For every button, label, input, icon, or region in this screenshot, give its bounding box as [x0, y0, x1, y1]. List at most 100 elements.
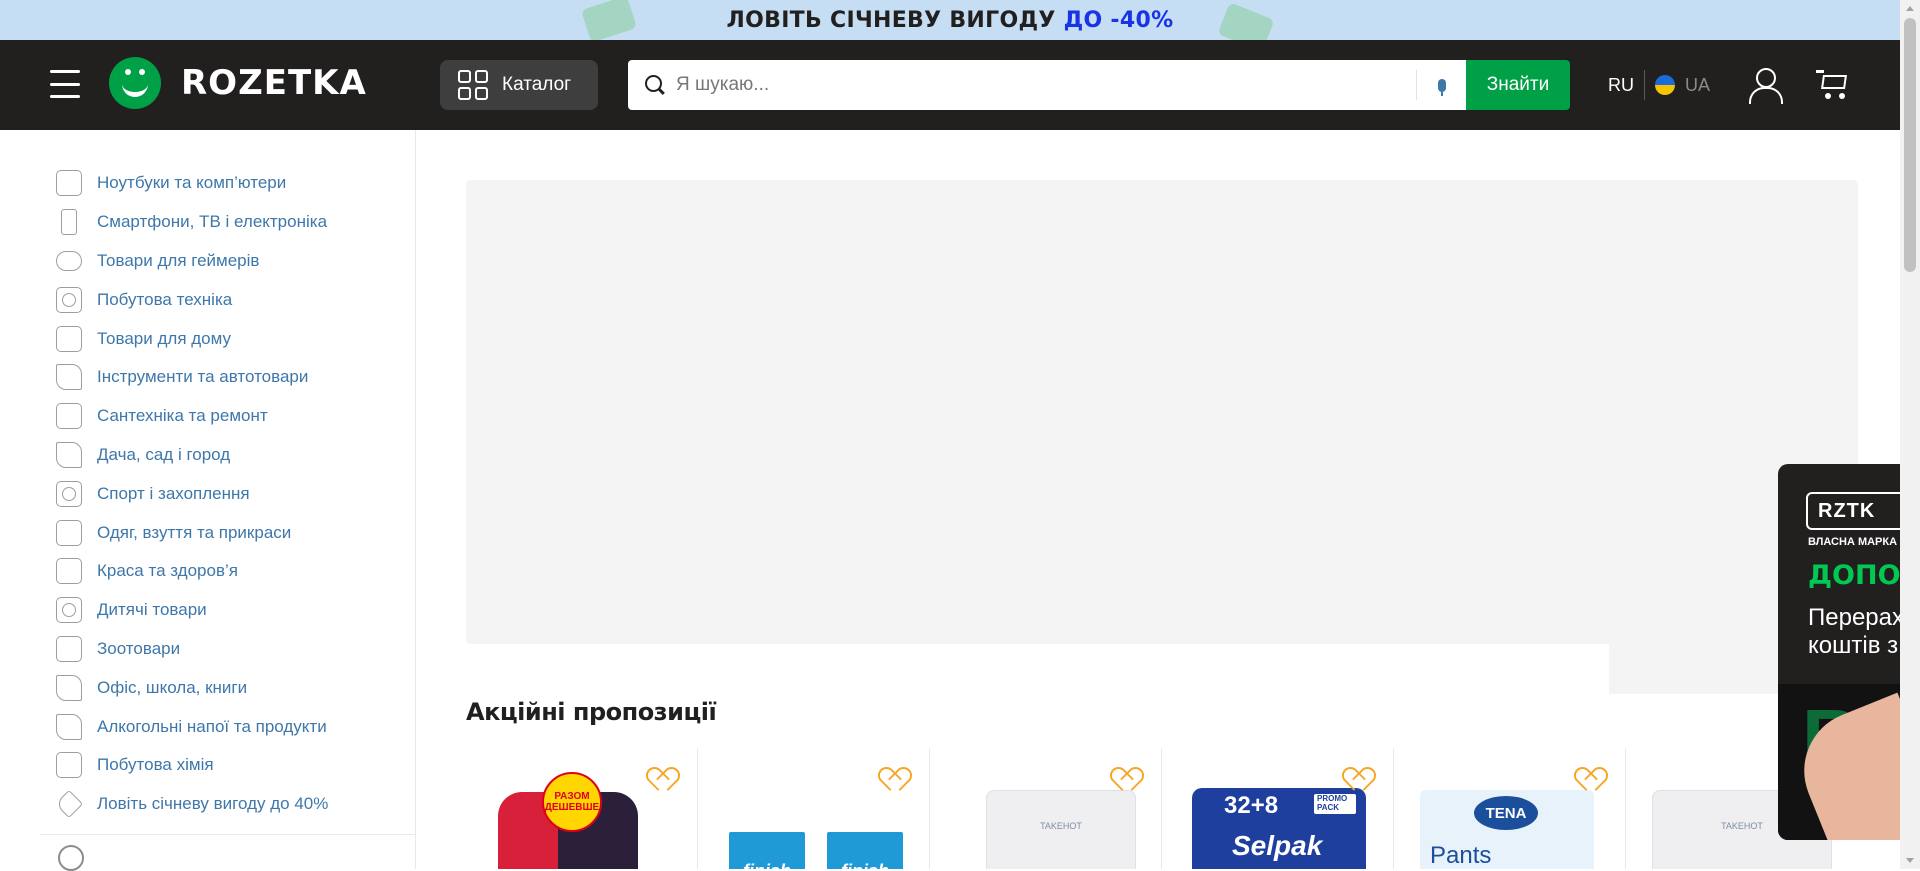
search-input[interactable]	[676, 60, 1416, 110]
category-item-home[interactable]: Товари для дому	[0, 319, 415, 358]
category-item-kids[interactable]: Дитячі товари	[0, 591, 415, 630]
scroll-up-arrow-icon[interactable]	[1906, 6, 1914, 11]
voice-search-button[interactable]	[1416, 70, 1466, 100]
hamburger-menu-button[interactable]	[50, 70, 80, 98]
paw-icon	[56, 635, 82, 662]
ad-body-line: Перерах	[1808, 604, 1900, 631]
category-item-beauty[interactable]: Краса та здоров’я	[0, 552, 415, 591]
product-card[interactable]: finish finish	[698, 748, 930, 869]
banknote-decoration	[580, 0, 638, 43]
category-item-plumbing[interactable]: Сантехніка та ремонт	[0, 397, 415, 436]
tag-icon	[54, 789, 84, 819]
category-item-tools[interactable]: Інструменти та автотовари	[0, 358, 415, 397]
category-label: Ловіть січневу вигоду до 40%	[97, 794, 329, 814]
catalog-button[interactable]: Каталог	[440, 60, 598, 110]
sidebar-more-item[interactable]	[0, 844, 415, 871]
product-brand: Selpak	[1232, 830, 1323, 861]
logo[interactable]: ROZETKA	[109, 57, 367, 109]
search-button[interactable]: Знайти	[1466, 60, 1570, 110]
category-label: Сантехніка та ремонт	[97, 406, 268, 426]
spray-bottle-icon	[56, 752, 82, 779]
category-label: Ноутбуки та комп’ютери	[97, 173, 287, 193]
category-label: Побутова техніка	[97, 289, 233, 309]
hamburger-line	[50, 82, 80, 86]
scrollbar-thumb[interactable]	[1904, 18, 1916, 272]
category-label: Офіс, школа, книги	[97, 677, 248, 697]
floating-side-ad[interactable]: RZTK ВЛАСНА МАРКА ДОПОМ Перерахкоштів з …	[1778, 464, 1900, 840]
heart-icon[interactable]	[1347, 768, 1373, 792]
gamepad-icon	[56, 250, 82, 271]
hero-banner-placeholder[interactable]	[466, 180, 1858, 644]
cocktail-icon	[56, 713, 82, 740]
category-item-clothing[interactable]: Одяг, взуття та прикраси	[0, 513, 415, 552]
category-item-office[interactable]: Офіс, школа, книги	[0, 668, 415, 707]
page-scrollbar[interactable]	[1900, 0, 1920, 869]
logo-smile-icon	[109, 57, 161, 109]
category-item-promo[interactable]: Ловіть січневу вигоду до 40%	[0, 785, 415, 824]
category-label: Алкогольні напої та продукти	[97, 716, 327, 736]
cart-icon[interactable]	[1816, 70, 1848, 100]
ad-photo: RZ	[1778, 684, 1900, 840]
microphone-icon	[1437, 78, 1446, 96]
ad-body-line: коштів з	[1808, 631, 1899, 659]
product-image: finish	[729, 832, 805, 869]
promo-text-accent: ДО -40%	[1063, 7, 1174, 33]
category-list: Ноутбуки та комп’ютери Смартфони, ТВ і е…	[0, 130, 415, 824]
lang-ru-link[interactable]: RU	[1608, 75, 1634, 96]
scroll-down-arrow-icon[interactable]	[1906, 858, 1914, 863]
category-item-gamers[interactable]: Товари для геймерів	[0, 242, 415, 281]
product-image-secondary: finish	[827, 832, 903, 869]
search-bar: Знайти	[628, 60, 1570, 110]
sidebar-divider	[40, 833, 416, 835]
garden-tools-icon	[56, 441, 82, 468]
category-item-pets[interactable]: Зоотовари	[0, 630, 415, 669]
category-label: Інструменти та автотовари	[97, 367, 309, 387]
ad-body: Перерах коштів з	[1808, 604, 1900, 659]
promo-banner[interactable]: ЛОВІТЬ СІЧНЕВУ ВИГОДУ ДО -40%	[0, 0, 1900, 52]
category-label: Зоотовари	[97, 638, 181, 658]
tshirt-icon	[56, 519, 82, 546]
section-title-promotions: Акційні пропозиції	[466, 698, 717, 726]
cosmetics-icon	[56, 558, 82, 585]
lang-ua-link[interactable]: UA	[1685, 75, 1710, 96]
product-card[interactable]: 32+8 PROMO PACK Selpak	[1162, 748, 1394, 869]
category-label: Дитячі товари	[97, 600, 207, 620]
paperclip-icon	[56, 674, 82, 701]
product-card[interactable]: РАЗОМ ДЕШЕВШЕ	[466, 748, 698, 869]
category-item-laptops[interactable]: Ноутбуки та комп’ютери	[0, 164, 415, 203]
heart-icon[interactable]	[1115, 768, 1141, 792]
catalog-button-label: Каталог	[502, 74, 572, 95]
search-box	[628, 60, 1466, 110]
category-label: Краса та здоров’я	[97, 561, 238, 581]
catalog-grid-icon	[458, 70, 488, 100]
racket-icon	[56, 480, 82, 507]
ad-logo: RZTK	[1806, 492, 1900, 530]
product-brand: TAKEHOT	[1721, 821, 1763, 831]
search-icon	[644, 74, 666, 96]
heart-icon[interactable]	[651, 768, 677, 792]
site-header: ROZETKA Каталог Знайти RU UA	[0, 40, 1900, 130]
category-item-garden[interactable]: Дача, сад і город	[0, 436, 415, 475]
promo-banner-text: ЛОВІТЬ СІЧНЕВУ ВИГОДУ ДО -40%	[727, 8, 1174, 33]
category-item-smartphones[interactable]: Смартфони, ТВ і електроніка	[0, 203, 415, 242]
category-label: Смартфони, ТВ і електроніка	[97, 212, 328, 232]
product-sticker: РАЗОМ ДЕШЕВШЕ	[542, 772, 602, 832]
category-item-appliances[interactable]: Побутова техніка	[0, 280, 415, 319]
user-icon[interactable]	[1748, 68, 1783, 104]
category-item-sport[interactable]: Спорт і захоплення	[0, 474, 415, 513]
laptop-icon	[56, 170, 82, 197]
heart-icon[interactable]	[1579, 768, 1605, 792]
category-item-alcohol[interactable]: Алкогольні напої та продукти	[0, 707, 415, 746]
product-card[interactable]: TENA Pants	[1394, 748, 1626, 869]
teddy-bear-icon	[56, 597, 82, 624]
category-sidebar: Ноутбуки та комп’ютери Смартфони, ТВ і е…	[0, 130, 416, 871]
category-label: Спорт і захоплення	[97, 483, 250, 503]
product-name: Pants	[1430, 842, 1492, 869]
product-brand: TAKEHOT	[1040, 821, 1082, 831]
heart-icon[interactable]	[883, 768, 909, 792]
lang-divider	[1644, 70, 1645, 100]
product-card[interactable]: TAKEHOT	[930, 748, 1162, 869]
category-item-chemicals[interactable]: Побутова хімія	[0, 746, 415, 785]
ukraine-flag-icon	[1655, 75, 1675, 95]
category-label: Побутова хімія	[97, 755, 214, 775]
